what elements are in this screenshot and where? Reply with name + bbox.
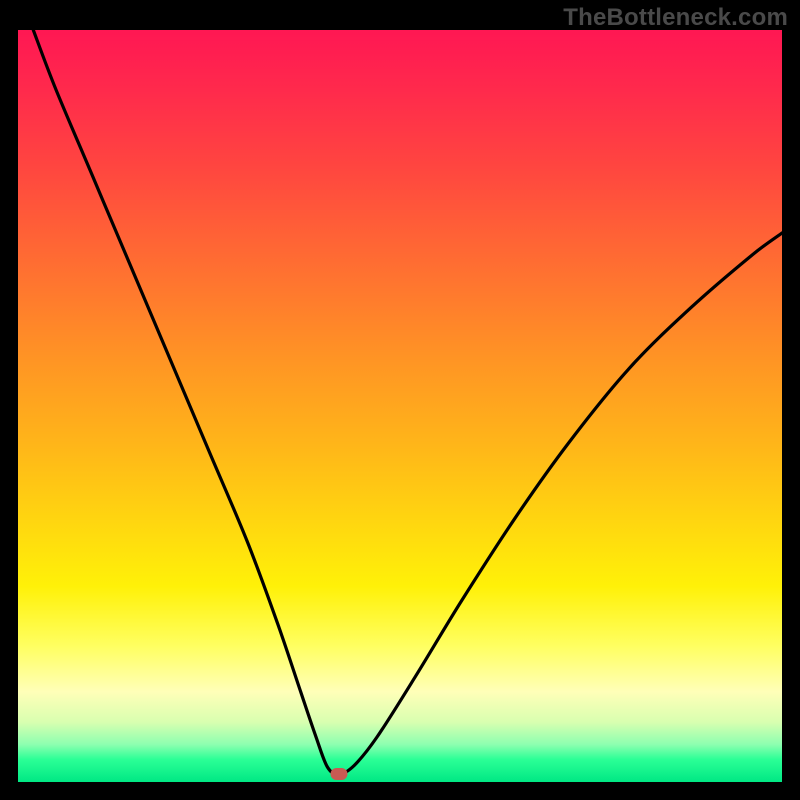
bottleneck-marker — [330, 768, 347, 780]
watermark-text: TheBottleneck.com — [563, 4, 788, 32]
chart-frame: TheBottleneck.com — [0, 0, 800, 800]
bottleneck-curve — [18, 30, 782, 782]
plot-area — [18, 30, 782, 782]
